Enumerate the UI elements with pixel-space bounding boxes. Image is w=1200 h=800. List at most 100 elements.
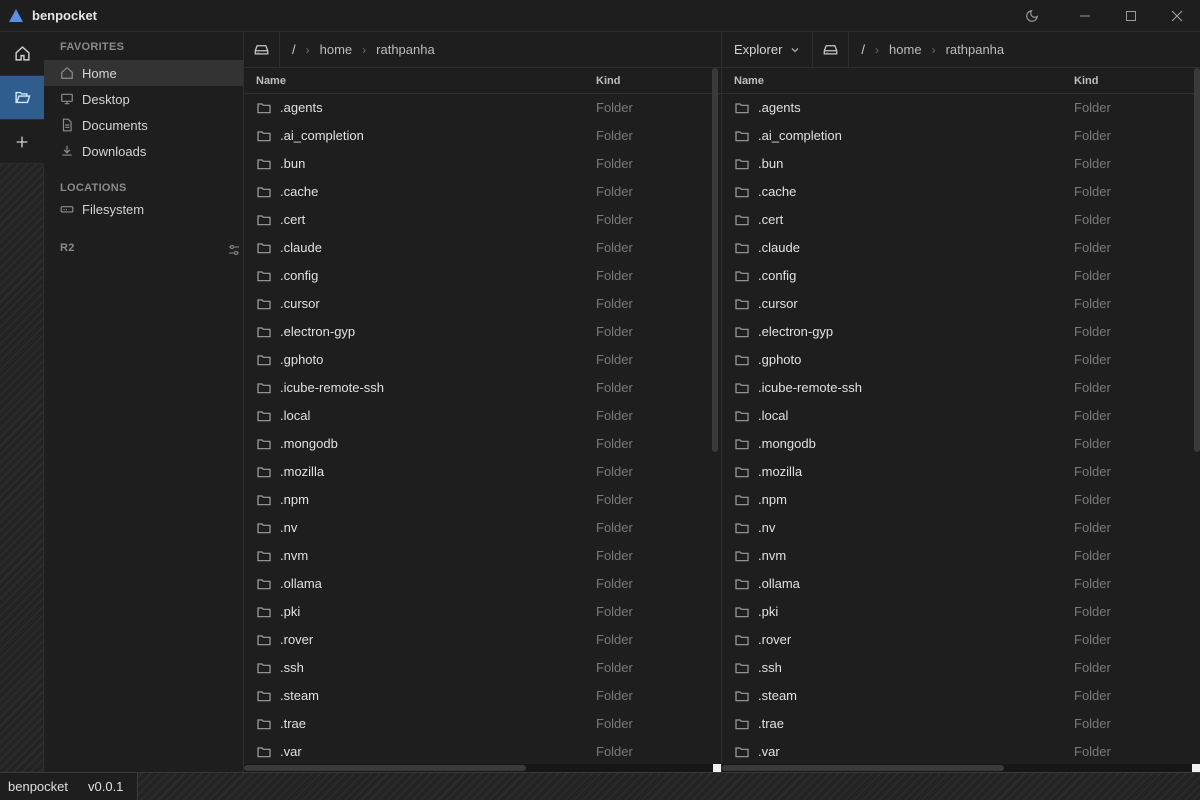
- breadcrumb-home[interactable]: home: [889, 42, 922, 57]
- file-row[interactable]: .ssh Folder: [244, 654, 721, 682]
- file-row[interactable]: .npm Folder: [244, 486, 721, 514]
- file-name: .nvm: [758, 548, 787, 563]
- file-row[interactable]: .bun Folder: [722, 150, 1200, 178]
- drive-button[interactable]: [813, 32, 850, 68]
- rail-add-button[interactable]: [0, 120, 44, 164]
- column-name-header[interactable]: Name: [734, 75, 764, 87]
- horizontal-scrollbar[interactable]: [722, 765, 1004, 771]
- file-row[interactable]: .icube-remote-ssh Folder: [244, 374, 721, 402]
- vertical-scrollbar[interactable]: [1194, 68, 1200, 452]
- file-row[interactable]: .claude Folder: [244, 234, 721, 262]
- vertical-scrollbar[interactable]: [712, 68, 718, 452]
- file-row[interactable]: .mongodb Folder: [722, 430, 1200, 458]
- drive-icon: [254, 45, 269, 55]
- status-version: v0.0.1: [88, 779, 124, 794]
- file-row[interactable]: .var Folder: [244, 738, 721, 766]
- sidebar-item-documents[interactable]: Documents: [44, 112, 243, 138]
- minimize-button[interactable]: [1062, 0, 1108, 32]
- file-row[interactable]: .local Folder: [722, 402, 1200, 430]
- chevron-right-icon: ›: [362, 42, 367, 57]
- file-row[interactable]: .cursor Folder: [244, 290, 721, 318]
- file-row[interactable]: .agents Folder: [722, 94, 1200, 122]
- column-kind-header[interactable]: Kind: [1074, 75, 1098, 87]
- drive-button[interactable]: [244, 32, 280, 68]
- file-row[interactable]: .ssh Folder: [722, 654, 1200, 682]
- file-kind: Folder: [1074, 716, 1111, 731]
- folder-icon: [734, 632, 750, 648]
- sidebar-item-filesystem[interactable]: Filesystem: [44, 196, 243, 222]
- file-row[interactable]: .cert Folder: [244, 206, 721, 234]
- breadcrumb-root[interactable]: /: [292, 42, 296, 57]
- file-row[interactable]: .cache Folder: [244, 178, 721, 206]
- file-row[interactable]: .claude Folder: [722, 234, 1200, 262]
- file-row[interactable]: .steam Folder: [244, 682, 721, 710]
- file-kind: Folder: [1074, 128, 1111, 143]
- file-row[interactable]: .ai_completion Folder: [244, 122, 721, 150]
- folder-icon: [734, 604, 750, 620]
- horizontal-scrollbar[interactable]: [244, 765, 526, 771]
- file-name: .ollama: [758, 576, 800, 591]
- file-name: .trae: [280, 716, 307, 731]
- breadcrumb-rathpanha[interactable]: rathpanha: [946, 42, 1005, 57]
- file-row[interactable]: .ollama Folder: [244, 570, 721, 598]
- file-row[interactable]: .cert Folder: [722, 206, 1200, 234]
- file-row[interactable]: .npm Folder: [722, 486, 1200, 514]
- theme-toggle-button[interactable]: [1012, 0, 1052, 32]
- file-row[interactable]: .ollama Folder: [722, 570, 1200, 598]
- file-row[interactable]: .trae Folder: [244, 710, 721, 738]
- file-row[interactable]: .mongodb Folder: [244, 430, 721, 458]
- file-row[interactable]: .pki Folder: [722, 598, 1200, 626]
- file-row[interactable]: .nv Folder: [722, 514, 1200, 542]
- breadcrumb-rathpanha[interactable]: rathpanha: [376, 42, 435, 57]
- file-row[interactable]: .gphoto Folder: [244, 346, 721, 374]
- rail-home-button[interactable]: [0, 32, 44, 76]
- file-name: .var: [280, 744, 302, 759]
- file-row[interactable]: .local Folder: [244, 402, 721, 430]
- file-kind: Folder: [596, 492, 633, 507]
- sidebar-item-downloads[interactable]: Downloads: [44, 138, 243, 164]
- file-row[interactable]: .nvm Folder: [722, 542, 1200, 570]
- file-row[interactable]: .rover Folder: [722, 626, 1200, 654]
- file-row[interactable]: .trae Folder: [722, 710, 1200, 738]
- file-kind: Folder: [596, 184, 633, 199]
- file-row[interactable]: .mozilla Folder: [722, 458, 1200, 486]
- breadcrumb-root[interactable]: /: [861, 42, 865, 57]
- file-kind: Folder: [1074, 296, 1111, 311]
- file-row[interactable]: .icube-remote-ssh Folder: [722, 374, 1200, 402]
- close-button[interactable]: [1154, 0, 1200, 32]
- file-row[interactable]: .nvm Folder: [244, 542, 721, 570]
- file-row[interactable]: .electron-gyp Folder: [244, 318, 721, 346]
- file-row[interactable]: .electron-gyp Folder: [722, 318, 1200, 346]
- sidebar-item-home[interactable]: Home: [44, 60, 243, 86]
- file-row[interactable]: .bun Folder: [244, 150, 721, 178]
- file-row[interactable]: .cache Folder: [722, 178, 1200, 206]
- rail-explorer-button[interactable]: [0, 76, 44, 120]
- file-name: .cursor: [758, 296, 798, 311]
- path-bar: / › home › rathpanha: [244, 32, 721, 68]
- file-row[interactable]: .steam Folder: [722, 682, 1200, 710]
- file-name: .agents: [280, 100, 323, 115]
- file-row[interactable]: .var Folder: [722, 738, 1200, 766]
- breadcrumb-home[interactable]: home: [320, 42, 353, 57]
- column-kind-header[interactable]: Kind: [596, 75, 620, 87]
- file-row[interactable]: .config Folder: [244, 262, 721, 290]
- view-mode-dropdown[interactable]: Explorer: [722, 32, 814, 68]
- file-row[interactable]: .rover Folder: [244, 626, 721, 654]
- file-row[interactable]: .pki Folder: [244, 598, 721, 626]
- sidebar-item-label: Filesystem: [82, 201, 145, 217]
- maximize-button[interactable]: [1108, 0, 1154, 32]
- chevron-right-icon: ›: [931, 42, 936, 57]
- folder-icon: [734, 548, 750, 564]
- sliders-icon[interactable]: [228, 244, 240, 256]
- file-row[interactable]: .config Folder: [722, 262, 1200, 290]
- column-name-header[interactable]: Name: [256, 75, 286, 87]
- file-row[interactable]: .ai_completion Folder: [722, 122, 1200, 150]
- file-row[interactable]: .cursor Folder: [722, 290, 1200, 318]
- file-name: .electron-gyp: [280, 324, 356, 339]
- file-row[interactable]: .gphoto Folder: [722, 346, 1200, 374]
- file-row[interactable]: .nv Folder: [244, 514, 721, 542]
- file-row[interactable]: .agents Folder: [244, 94, 721, 122]
- file-row[interactable]: .mozilla Folder: [244, 458, 721, 486]
- home-icon: [60, 66, 74, 80]
- sidebar-item-desktop[interactable]: Desktop: [44, 86, 243, 112]
